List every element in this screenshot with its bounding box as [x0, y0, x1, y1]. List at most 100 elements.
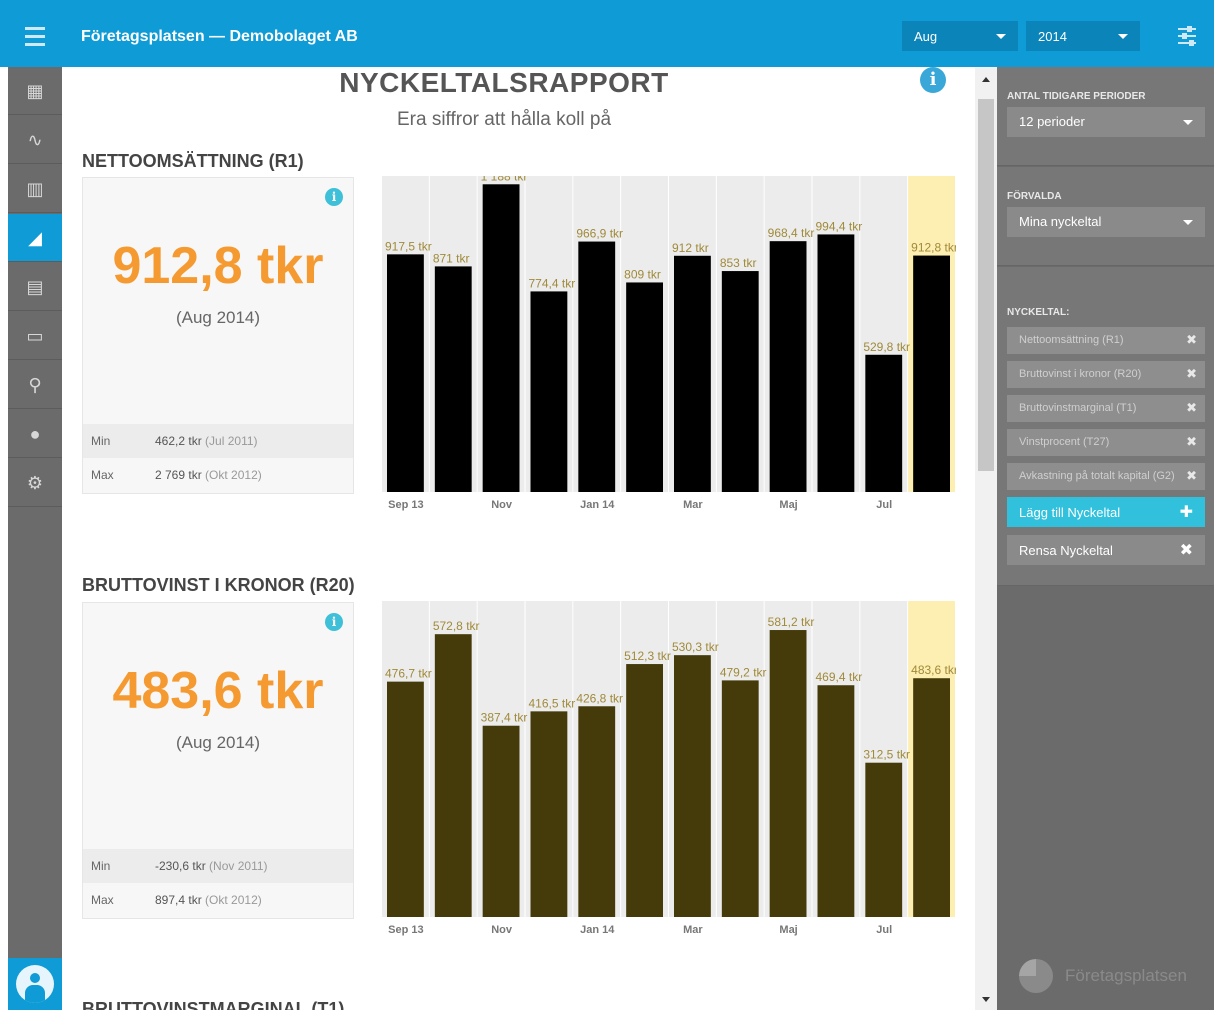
company-title: Företagsplatsen — Demobolaget AB	[81, 28, 358, 45]
footer-logo: Företagsplatsen	[1019, 956, 1199, 996]
gear-icon: ⚙	[26, 472, 44, 493]
chart-bar[interactable]	[721, 680, 759, 917]
nav-archive[interactable]: ▭	[8, 312, 62, 360]
hamburger-icon[interactable]	[8, 6, 62, 67]
periods-label: ANTAL TIDIGARE PERIODER	[1007, 91, 1146, 102]
chart-data-label: 871 tkr	[433, 251, 470, 265]
chart-bar[interactable]	[913, 678, 950, 917]
top-bar: Företagsplatsen — Demobolaget AB Aug 201…	[0, 0, 1214, 67]
month-select[interactable]: Aug	[902, 21, 1018, 51]
clear-kpi-button[interactable]: Rensa Nyckeltal ✖	[1007, 535, 1205, 565]
kpi-max-row: Max 897,4 tkr (Okt 2012)	[83, 883, 353, 917]
remove-icon[interactable]: ✖	[1186, 366, 1197, 382]
chart-bar[interactable]	[769, 630, 807, 917]
kpi-tag[interactable]: Bruttovinstmarginal (T1) ✖	[1007, 395, 1205, 422]
logo-pie-icon	[1019, 959, 1053, 993]
kpi-tag[interactable]: Vinstprocent (T27) ✖	[1007, 429, 1205, 456]
periods-select-value: 12 perioder	[1019, 114, 1085, 129]
periods-select[interactable]: 12 perioder	[1007, 107, 1205, 137]
chart-bar[interactable]	[769, 241, 807, 492]
chart-bar[interactable]	[674, 655, 711, 917]
chart-data-label: 476,7 tkr	[385, 667, 432, 681]
year-select-value: 2014	[1038, 29, 1067, 44]
chart-bar[interactable]	[482, 725, 520, 917]
kpi-min-row: Min 462,2 tkr (Jul 2011)	[83, 424, 353, 458]
chart-bar[interactable]	[865, 762, 903, 917]
chart-bar[interactable]	[434, 266, 472, 492]
kpi-value: 483,6 tkr	[112, 662, 324, 720]
nav-bar-chart[interactable]: ▥	[8, 165, 62, 213]
min-label: Min	[91, 434, 111, 448]
remove-icon[interactable]: ✖	[1186, 400, 1197, 416]
info-icon[interactable]: i	[920, 67, 946, 93]
chart-bar[interactable]	[913, 255, 950, 492]
preset-select[interactable]: Mina nyckeltal	[1007, 207, 1205, 237]
company-logo-icon[interactable]	[8, 958, 62, 1010]
add-kpi-button[interactable]: Lägg till Nyckeltal ✚	[1007, 497, 1205, 527]
kpi-tag[interactable]: Avkastning på totalt kapital (G2) ✖	[1007, 463, 1205, 490]
bar-chart-icon: ▥	[26, 178, 44, 199]
min-date: (Nov 2011)	[209, 859, 268, 873]
nav-pulse[interactable]: ∿	[8, 116, 62, 164]
chart-bar[interactable]	[817, 234, 855, 493]
nav-settings[interactable]: ⚙	[8, 459, 62, 507]
kpi-tag[interactable]: Nettoomsättning (R1) ✖	[1007, 327, 1205, 354]
section-title: BRUTTOVINST I KRONOR (R20)	[82, 575, 355, 595]
chart-bar[interactable]	[674, 255, 711, 492]
info-icon[interactable]: i	[325, 613, 343, 631]
chart-x-tick-label: Mar	[683, 924, 703, 936]
chart-data-label: 529,8 tkr	[863, 340, 910, 354]
chart-data-label: 1 188 tkr	[481, 176, 528, 183]
nav-dashboard[interactable]: ▦	[8, 67, 62, 115]
nav-user[interactable]: ●	[8, 410, 62, 458]
chart-bar[interactable]	[530, 291, 568, 492]
kpi-tag-label: Bruttovinst i kronor (R20)	[1019, 368, 1142, 380]
max-label: Max	[91, 893, 114, 907]
nav-search[interactable]: ⚲	[8, 361, 62, 409]
main-content: NYCKELTALSRAPPORT i Era siffror att håll…	[62, 67, 975, 1010]
sliders-icon[interactable]	[1176, 25, 1198, 47]
chart-bar[interactable]	[434, 634, 472, 917]
chart-bar[interactable]	[626, 664, 663, 917]
chart-data-label: 530,3 tkr	[672, 640, 719, 654]
kpi-tag[interactable]: Bruttovinst i kronor (R20) ✖	[1007, 361, 1205, 388]
chart-bar[interactable]	[721, 271, 759, 492]
chart-bar[interactable]	[626, 282, 663, 492]
chart-bar[interactable]	[578, 241, 616, 492]
chart-bar[interactable]	[817, 685, 855, 917]
kpi-tag-label: Vinstprocent (T27)	[1019, 436, 1110, 448]
scroll-up-icon[interactable]	[982, 77, 990, 82]
year-select[interactable]: 2014	[1026, 21, 1140, 51]
section-title: NETTOOMSÄTTNING (R1)	[82, 151, 304, 171]
archive-icon: ▭	[26, 325, 44, 346]
nav-area-chart[interactable]: ◢	[8, 214, 62, 262]
search-icon: ⚲	[28, 374, 42, 395]
chart-bar[interactable]	[482, 184, 520, 493]
chart-bar[interactable]	[387, 681, 424, 917]
chart-bar[interactable]	[387, 254, 424, 492]
chevron-down-icon	[996, 34, 1006, 39]
chart-bar[interactable]	[530, 711, 568, 917]
chart-data-label: 469,4 tkr	[816, 670, 863, 684]
remove-icon[interactable]: ✖	[1186, 468, 1197, 484]
remove-icon[interactable]: ✖	[1186, 332, 1197, 348]
info-icon[interactable]: i	[325, 188, 343, 206]
scrollbar-thumb[interactable]	[978, 99, 994, 471]
scrollbar[interactable]	[975, 67, 997, 1010]
chart-svg: 917,5 tkr871 tkr 1 188 tkr 774,4 tkr 966,9 …	[382, 176, 956, 511]
remove-icon[interactable]: ✖	[1186, 434, 1197, 450]
periods-section: ANTAL TIDIGARE PERIODER 12 perioder	[997, 67, 1214, 166]
min-value: 462,2 tkr	[155, 434, 202, 448]
chart-x-tick-label: Maj	[779, 499, 797, 511]
document-icon: ▤	[26, 276, 44, 297]
chart-bar[interactable]	[578, 706, 616, 917]
section-title: BRUTTOVINSTMARGINAL (T1)	[82, 999, 345, 1010]
bar-chart-nettoomsattning: 917,5 tkr 871 tkr 1 188 tkr 774,4 tkr 966,9 …	[382, 176, 956, 516]
chart-data-label: 853 tkr	[720, 256, 757, 270]
kpi-max-row: Max 2 769 tkr (Okt 2012)	[83, 458, 353, 492]
chart-data-label: 312,5 tkr	[863, 748, 910, 762]
max-label: Max	[91, 468, 114, 482]
chart-bar[interactable]	[865, 354, 903, 492]
scroll-down-icon[interactable]	[982, 997, 990, 1002]
nav-document[interactable]: ▤	[8, 263, 62, 311]
